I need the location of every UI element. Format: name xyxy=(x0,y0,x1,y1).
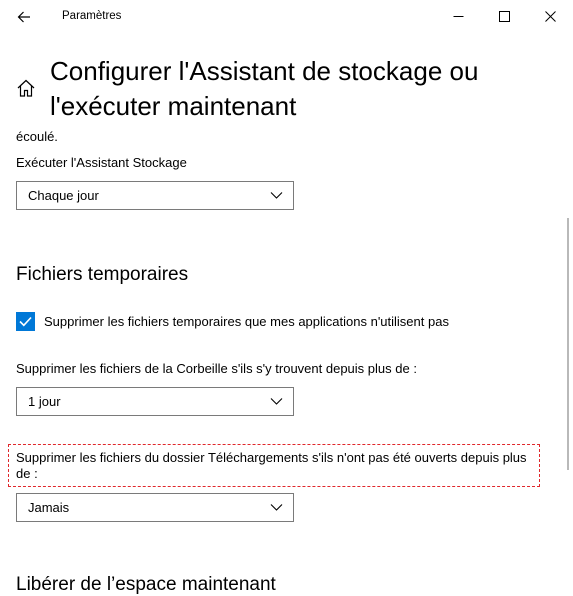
close-button[interactable] xyxy=(527,0,573,33)
run-frequency-value: Chaque jour xyxy=(28,188,99,203)
close-icon xyxy=(544,11,556,22)
run-assistant-label: Exécuter l'Assistant Stockage xyxy=(16,155,187,170)
back-arrow-icon xyxy=(17,11,30,23)
recycle-bin-value: 1 jour xyxy=(28,394,61,409)
temp-files-heading: Fichiers temporaires xyxy=(16,264,189,285)
chevron-down-icon xyxy=(270,504,283,511)
chevron-down-icon xyxy=(270,192,283,199)
delete-temp-files-checkbox[interactable] xyxy=(16,312,35,331)
checkmark-icon xyxy=(19,316,32,327)
downloads-value: Jamais xyxy=(28,500,70,515)
recycle-bin-dropdown[interactable]: 1 jour xyxy=(16,387,294,416)
page-title: Configurer l'Assistant de stockage ou l'… xyxy=(50,56,479,121)
title-bar: Paramètres xyxy=(0,0,573,33)
maximize-button[interactable] xyxy=(481,0,527,33)
maximize-icon xyxy=(498,11,510,22)
back-button[interactable] xyxy=(8,4,40,30)
app-title: Paramètres xyxy=(62,10,122,22)
free-space-heading: Libérer de l’espace maintenant xyxy=(16,574,276,595)
run-frequency-dropdown[interactable]: Chaque jour xyxy=(16,181,294,210)
minimize-icon xyxy=(453,16,463,17)
chevron-down-icon xyxy=(270,398,283,405)
description-fragment: écoulé. xyxy=(16,129,58,144)
minimize-button[interactable] xyxy=(435,0,481,33)
downloads-dropdown[interactable]: Jamais xyxy=(16,493,294,522)
delete-temp-files-label: Supprimer les fichiers temporaires que m… xyxy=(44,314,449,329)
scrollbar[interactable] xyxy=(567,218,569,470)
recycle-bin-label: Supprimer les fichiers de la Corbeille s… xyxy=(16,361,417,376)
home-button[interactable] xyxy=(16,78,36,98)
downloads-label: Supprimer les fichiers du dossier Téléch… xyxy=(16,450,527,481)
home-icon xyxy=(17,79,35,97)
